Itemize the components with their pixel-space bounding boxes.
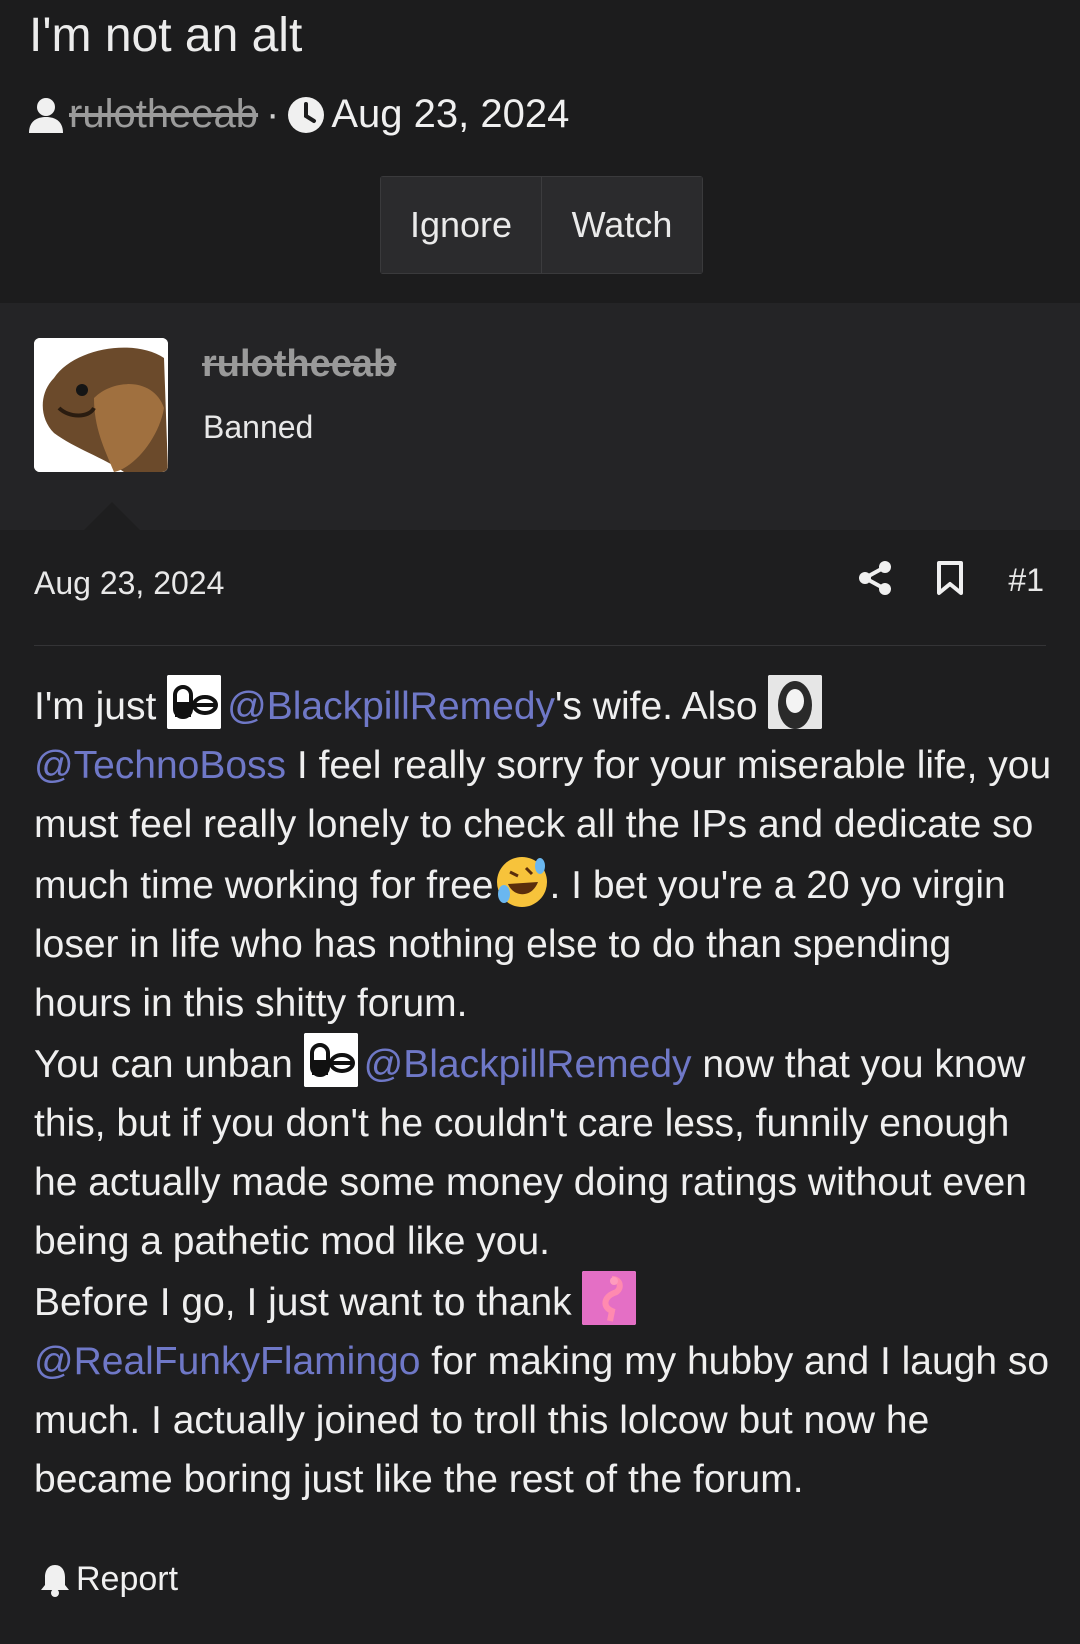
post-body: I'm just @BlackpillRemedy's wife. Also @… <box>34 675 1054 1509</box>
mention-avatar-pill <box>167 675 222 729</box>
post-divider <box>34 645 1046 646</box>
post-number-link[interactable]: #1 <box>1008 562 1044 599</box>
bookmark-icon[interactable] <box>936 560 964 601</box>
meta-separator: · <box>266 92 280 136</box>
user-icon <box>27 96 65 134</box>
user-block-pointer <box>82 502 142 532</box>
bell-icon <box>41 1564 69 1597</box>
watch-button[interactable]: Watch <box>541 177 702 273</box>
thread-title: I'm not an alt <box>29 9 303 62</box>
mention-avatar-portrait <box>768 675 823 729</box>
mention-link[interactable]: @BlackpillRemedy <box>227 685 555 728</box>
mention-link[interactable]: @TechnoBoss <box>34 744 286 787</box>
mention-avatar-flamingo <box>582 1271 637 1325</box>
rofl-emoji <box>494 854 550 910</box>
thread-header: I'm not an alt rulotheeab · Aug 23, 2024… <box>0 0 1080 303</box>
post-user-block: rulotheeab Banned <box>0 303 1080 532</box>
thread-date[interactable]: Aug 23, 2024 <box>331 92 569 137</box>
report-button[interactable]: Report <box>40 1560 178 1599</box>
post-text: 's wife. Also <box>555 685 769 728</box>
ignore-button[interactable]: Ignore <box>381 177 541 273</box>
post-text: I'm just <box>34 685 168 728</box>
mention-link[interactable]: @RealFunkyFlamingo <box>34 1340 420 1383</box>
share-icon[interactable] <box>858 560 892 601</box>
post: Aug 23, 2024 #1 I'm just @BlackpillRemed… <box>0 530 1080 1644</box>
post-text: You can unban <box>34 1043 304 1086</box>
post-text: Before I go, I just want to thank <box>34 1281 583 1324</box>
thread-meta: rulotheeab · Aug 23, 2024 <box>27 92 569 137</box>
mention-link[interactable]: @BlackpillRemedy <box>364 1043 692 1086</box>
thread-author-link[interactable]: rulotheeab <box>69 92 258 137</box>
clock-icon <box>287 96 325 134</box>
post-actions: #1 <box>858 560 1044 601</box>
avatar[interactable] <box>34 338 168 472</box>
report-label: Report <box>76 1560 179 1598</box>
user-title-badge: Banned <box>203 409 314 445</box>
thread-actions: Ignore Watch <box>380 176 703 274</box>
mention-avatar-pill <box>303 1033 358 1087</box>
post-date[interactable]: Aug 23, 2024 <box>34 565 224 602</box>
post-username[interactable]: rulotheeab <box>202 343 396 386</box>
